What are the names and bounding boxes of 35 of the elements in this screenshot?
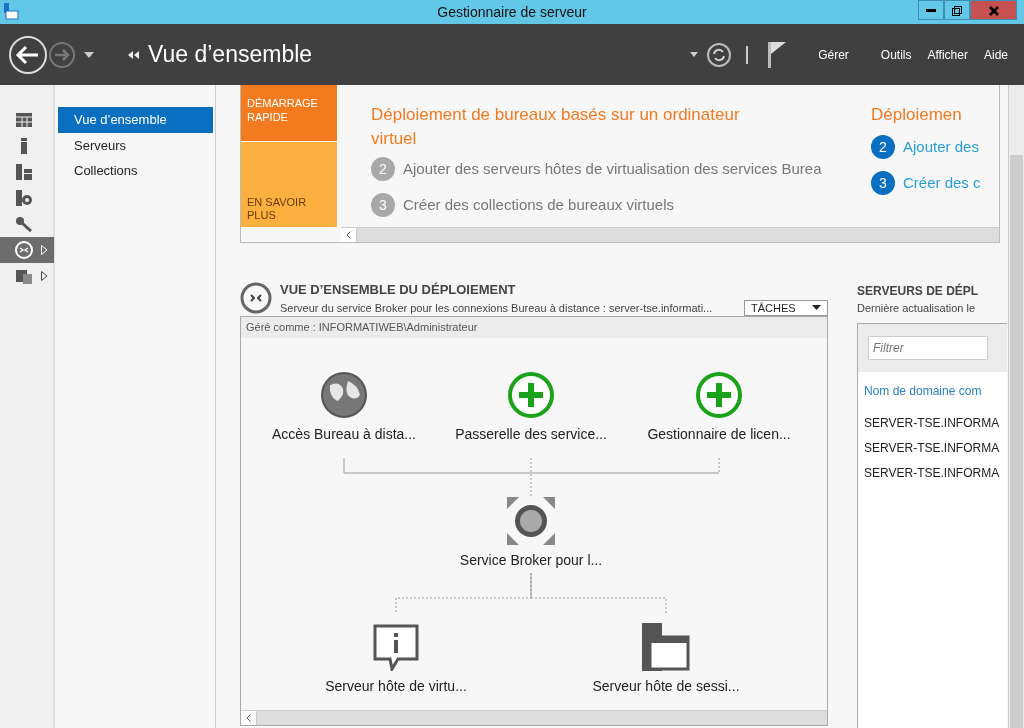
table-cell-text: SERVER-TSE.INFORMA [863, 439, 1001, 457]
step-number: 3 [371, 193, 395, 217]
nav-item[interactable]: Serveurs [58, 132, 213, 158]
tasks-dropdown[interactable]: TÂCHES [744, 299, 828, 316]
step-number: 2 [371, 157, 395, 181]
section-subtitle: Serveur du service Broker pour les connexions Bureau à distance : server-tse.informati... [280, 300, 713, 316]
filter-field[interactable]: Filtrer [868, 335, 988, 360]
section-heading: Déploiement de bureaux basés sur un ordinateur virtuel [371, 104, 741, 150]
role-label[interactable]: Accès Bureau à dista... [272, 424, 416, 445]
nav-item[interactable]: Vue d’ensemble [58, 107, 213, 133]
menu-item[interactable]: Aide [983, 45, 1008, 64]
role-label[interactable]: Passerelle des service... [455, 424, 607, 445]
role-label[interactable]: Gestionnaire de licen... [647, 424, 791, 445]
section-heading: Déploiemen [871, 104, 963, 126]
nav-item[interactable]: Collections [58, 158, 213, 184]
menu-item[interactable]: Gérer [818, 45, 849, 64]
step-label: Ajouter des serveurs hôtes de virtualisation des services Burea [403, 158, 822, 179]
menu-item[interactable]: Afficher [927, 45, 968, 64]
section-subtitle: Dernière actualisation le [857, 301, 976, 316]
window-title: Gestionnaire de serveur [437, 2, 587, 22]
role-label[interactable]: Service Broker pour l... [459, 550, 603, 571]
step-number: 3 [871, 171, 895, 195]
step-label: Créer des collections de bureaux virtuels [403, 194, 674, 215]
quick-start-tile[interactable]: EN SAVOIR PLUS [241, 141, 337, 227]
section-title: SERVEURS DE DÉPL [857, 282, 980, 300]
step-number: 2 [871, 135, 895, 159]
role-label[interactable]: Serveur hôte de virtu... [325, 676, 467, 697]
column-header[interactable]: Nom de domaine com [858, 371, 1007, 414]
table-cell-text: SERVER-TSE.INFORMA [863, 464, 1001, 482]
managed-as-label: Géré comme : INFORMATIWEB\Administrateur [241, 317, 827, 338]
table-cell-text: SERVER-TSE.INFORMA [863, 414, 1001, 432]
section-title: VUE D’ENSEMBLE DU DÉPLOIEMENT [280, 281, 517, 299]
role-label[interactable]: Serveur hôte de sessi... [592, 676, 740, 697]
menu-item[interactable]: Outils [880, 45, 912, 64]
page-title: Vue d’ensemble [148, 40, 313, 70]
